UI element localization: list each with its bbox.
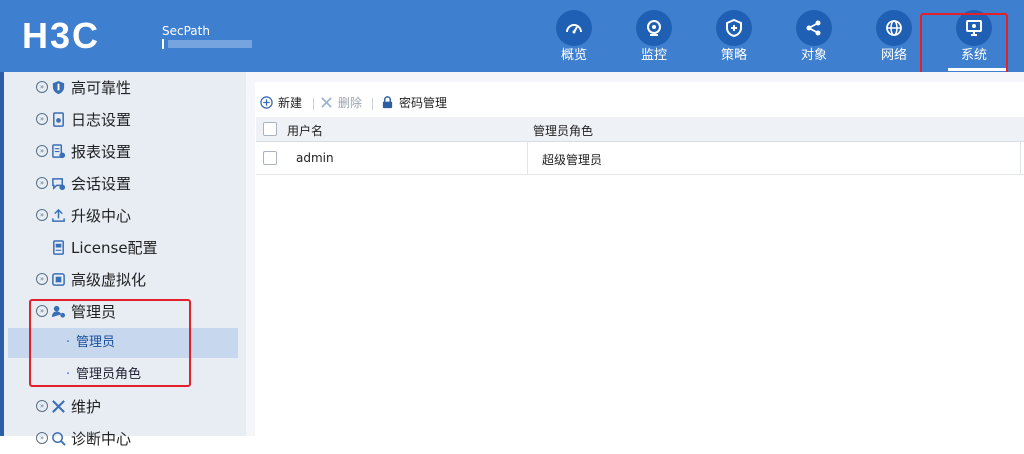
top-header: H3C SecPath 概览 监控 策略 对象 网络 系统	[0, 0, 1024, 72]
license-icon	[53, 240, 64, 255]
sidebar-item-label: 维护	[71, 398, 102, 416]
sidebar-item-label: 高级虚拟化	[71, 271, 147, 289]
column-divider	[527, 142, 528, 174]
cell-role: 超级管理员	[542, 153, 603, 167]
globe-icon	[876, 10, 912, 46]
chat-gear-icon	[52, 178, 66, 191]
nav-policy[interactable]: 策略	[694, 0, 774, 72]
expand-chevron-icon: »	[36, 273, 48, 285]
diagnosis-icon	[52, 432, 66, 446]
toolbar-separator	[372, 98, 373, 110]
nav-overview-label: 概览	[560, 48, 587, 63]
sidebar-item-advanced-virtualization[interactable]: » 高级虚拟化	[32, 265, 242, 295]
sidebar-item-log-settings[interactable]: » 日志设置	[32, 105, 242, 135]
add-circle-icon	[260, 96, 273, 109]
expand-chevron-icon: »	[36, 113, 48, 125]
nav-object[interactable]: 对象	[774, 0, 854, 72]
sidebar-item-label: 升级中心	[71, 207, 132, 225]
sidebar-item-label: License配置	[71, 239, 158, 257]
sidebar-item-label: 高可靠性	[71, 79, 132, 97]
sidebar-item-session-settings[interactable]: » 会话设置	[32, 169, 242, 199]
sidebar-item-label: 会话设置	[71, 175, 132, 193]
monitor-camera-icon	[636, 10, 672, 46]
expand-chevron-icon: »	[36, 400, 48, 412]
sidebar-edge	[0, 72, 4, 436]
shield-plus-icon	[716, 10, 752, 46]
column-header-role[interactable]: 管理员角色	[533, 122, 593, 139]
tools-icon	[52, 400, 65, 413]
sidebar-item-label: 日志设置	[71, 111, 132, 129]
report-icon	[52, 144, 66, 159]
delete-x-icon	[321, 97, 332, 108]
nav-policy-label: 策略	[720, 48, 747, 63]
shield-icon	[52, 80, 65, 95]
lock-icon	[382, 96, 393, 109]
sidebar-item-diagnosis-center[interactable]: » 诊断中心	[32, 424, 242, 454]
sidebar-item-high-availability[interactable]: » 高可靠性	[32, 73, 242, 103]
virtualization-icon	[52, 273, 65, 286]
expand-chevron-icon: »	[36, 177, 48, 189]
sidebar-item-label: 报表设置	[71, 143, 132, 161]
nav-object-label: 对象	[800, 48, 827, 63]
gauge-icon	[556, 10, 592, 46]
toolbar-separator	[313, 98, 314, 110]
document-gear-icon	[53, 112, 64, 127]
select-all-checkbox[interactable]	[263, 122, 277, 136]
column-divider	[1020, 142, 1021, 174]
sidebar-item-upgrade-center[interactable]: » 升级中心	[32, 201, 242, 231]
upload-icon	[52, 208, 65, 222]
share-nodes-icon	[796, 10, 832, 46]
highlight-box-administrator	[29, 299, 191, 387]
product-name: SecPath	[162, 24, 210, 38]
expand-chevron-icon: »	[36, 209, 48, 221]
table-header: 用户名 管理员角色	[256, 117, 1024, 142]
table-row[interactable]: admin 超级管理员	[256, 142, 1024, 175]
expand-chevron-icon: »	[36, 81, 48, 93]
nav-overview[interactable]: 概览	[534, 0, 614, 72]
column-header-username[interactable]: 用户名	[287, 122, 323, 139]
product-model-redacted	[162, 39, 252, 49]
cell-username: admin	[296, 151, 334, 165]
sidebar-item-report-settings[interactable]: » 报表设置	[32, 137, 242, 167]
sidebar-item-label: 诊断中心	[71, 430, 132, 448]
nav-monitor[interactable]: 监控	[614, 0, 694, 72]
nav-monitor-label: 监控	[640, 48, 667, 63]
row-checkbox[interactable]	[263, 151, 277, 165]
h3c-logo: H3C	[22, 15, 101, 56]
sidebar-item-maintenance[interactable]: » 维护	[32, 392, 242, 422]
sidebar-item-license[interactable]: License配置	[32, 233, 242, 263]
highlight-box-system	[920, 13, 1008, 75]
expand-chevron-icon: »	[36, 432, 48, 444]
expand-chevron-icon: »	[36, 145, 48, 157]
